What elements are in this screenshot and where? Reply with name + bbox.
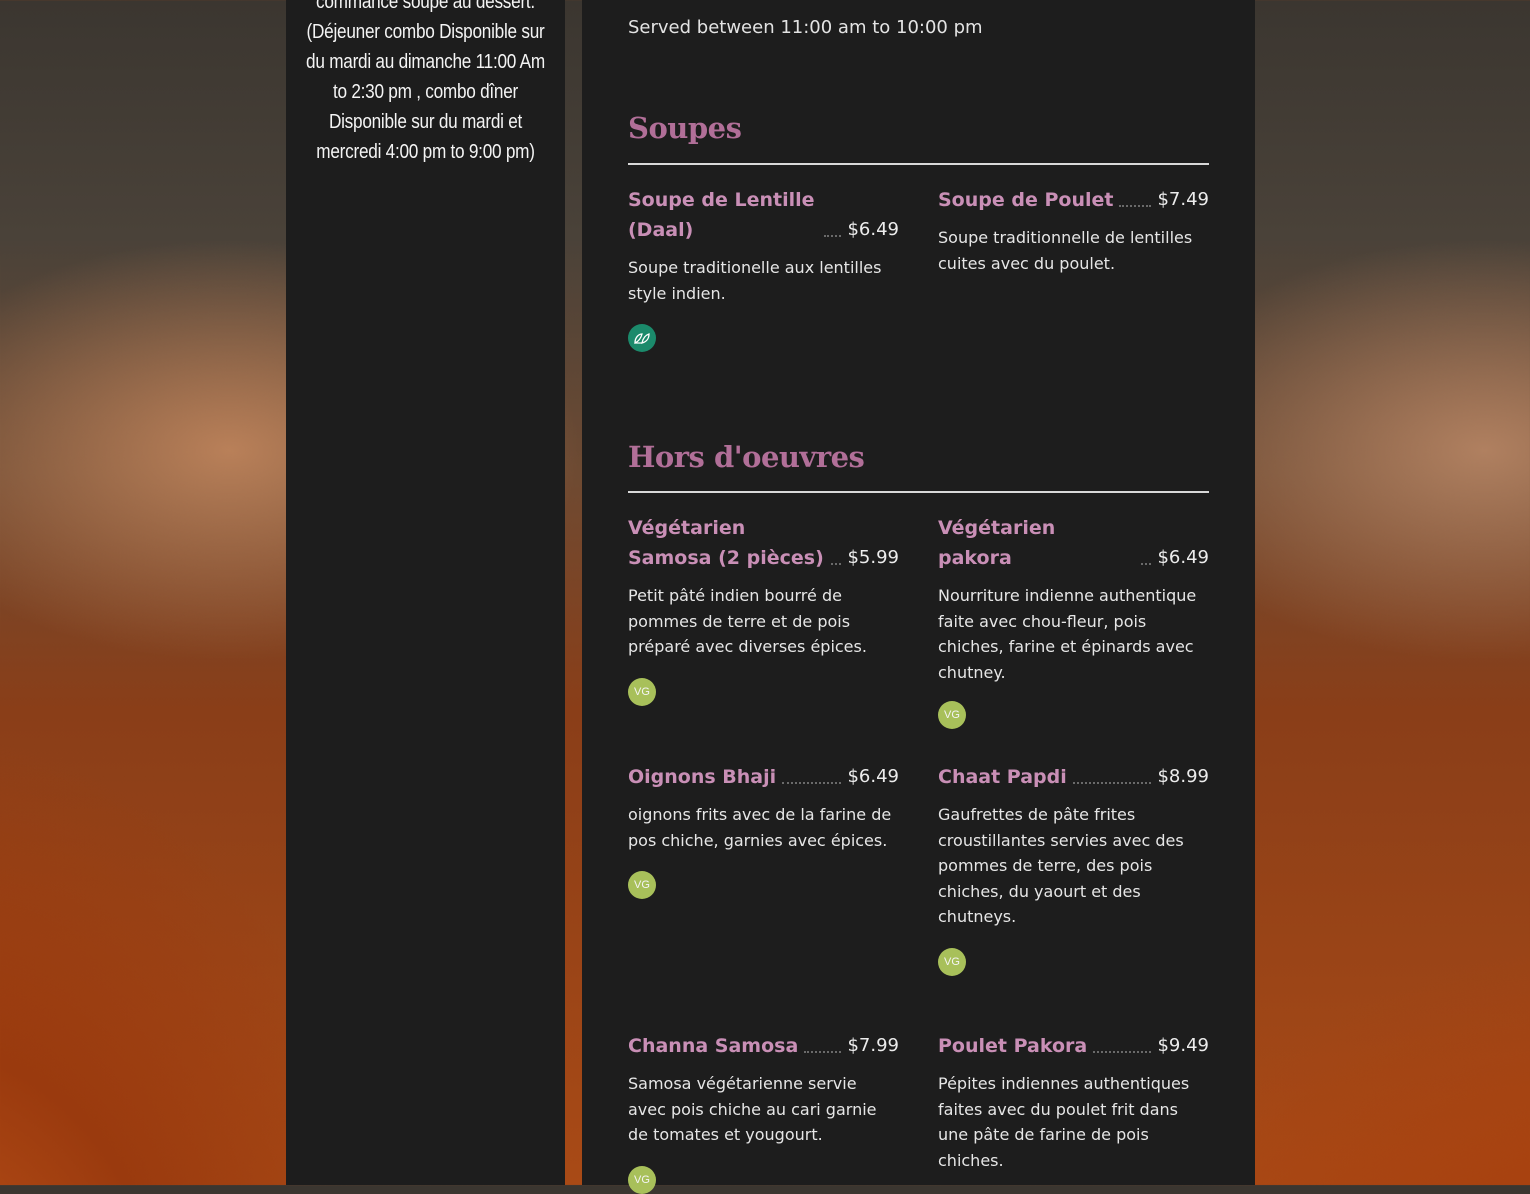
item-description: Petit pâté indien bourré de pommes de te… bbox=[628, 586, 867, 656]
menu-item: Soupe de Lentille (Daal) $6.49 Soupe tra… bbox=[628, 185, 899, 352]
item-price: $8.99 bbox=[1157, 766, 1209, 787]
item-name: Chaat Papdi bbox=[938, 766, 1067, 788]
item-description: oignons frits avec de la farine de pos c… bbox=[628, 805, 892, 850]
service-hours: Served between 11:00 am to 10:00 pm bbox=[628, 17, 983, 38]
item-price: $5.99 bbox=[847, 547, 899, 568]
price-leader bbox=[804, 1051, 842, 1053]
item-name: Soupe de Poulet bbox=[938, 189, 1114, 211]
menu-item: Végétarien Samosa (2 pièces) $5.99 Petit… bbox=[628, 513, 899, 706]
item-description: Gaufrettes de pâte frites croustillantes… bbox=[938, 805, 1184, 926]
item-price: $7.49 bbox=[1157, 189, 1209, 210]
item-name: Végétarien Samosa (2 pièces) bbox=[628, 517, 824, 569]
menu-item: Oignons Bhaji $6.49 oignons frits avec d… bbox=[628, 762, 899, 899]
vg-badge: VG bbox=[628, 1165, 656, 1194]
vg-badge: VG bbox=[628, 871, 656, 899]
item-price: $6.49 bbox=[1157, 547, 1209, 568]
item-price: $9.49 bbox=[1157, 1035, 1209, 1056]
item-price: $6.49 bbox=[847, 219, 899, 240]
menu-panel: Served between 11:00 am to 10:00 pm Soup… bbox=[582, 0, 1255, 1194]
item-price: $7.99 bbox=[847, 1035, 899, 1056]
price-leader bbox=[1141, 563, 1152, 565]
item-description: Pépites indiennes authentiques faites av… bbox=[938, 1074, 1190, 1170]
item-price: $6.49 bbox=[847, 766, 899, 787]
item-description: Soupe traditionnelle de lentilles cuites… bbox=[938, 228, 1193, 273]
menu-item: Channa Samosa $7.99 Samosa végétarienne … bbox=[628, 1031, 899, 1194]
vegan-leaf-icon bbox=[628, 324, 656, 352]
combo-info-text: commance soupe au dessert. (Déjeuner com… bbox=[306, 0, 545, 163]
item-description: Samosa végétarienne servie avec pois chi… bbox=[628, 1074, 877, 1144]
item-description: Soupe traditionelle aux lentilles style … bbox=[628, 258, 882, 303]
menu-item: Végétarien pakora $6.49 Nourriture indie… bbox=[938, 513, 1209, 729]
menu-item: Soupe de Poulet $7.49 Soupe traditionnel… bbox=[938, 185, 1209, 276]
section-divider bbox=[628, 491, 1209, 493]
item-description: Nourriture indienne authentique faite av… bbox=[938, 586, 1197, 682]
item-name: Channa Samosa bbox=[628, 1035, 799, 1057]
price-leader bbox=[1119, 205, 1152, 207]
price-leader bbox=[1093, 1051, 1152, 1053]
price-leader bbox=[824, 235, 842, 237]
price-leader bbox=[1072, 782, 1152, 784]
item-name: Végétarien pakora bbox=[938, 517, 1056, 569]
price-leader bbox=[831, 563, 842, 565]
section-divider bbox=[628, 163, 1209, 165]
section-title-soupes: Soupes bbox=[628, 111, 742, 145]
menu-item: Poulet Pakora $9.49 Pépites indiennes au… bbox=[938, 1031, 1209, 1173]
info-sidebar: commance soupe au dessert. (Déjeuner com… bbox=[286, 0, 565, 1185]
item-name: Oignons Bhaji bbox=[628, 766, 777, 788]
vg-badge: VG bbox=[938, 947, 966, 976]
vg-badge: VG bbox=[628, 677, 656, 706]
item-name: Soupe de Lentille (Daal) bbox=[628, 189, 815, 241]
section-title-hors-doeuvres: Hors d'oeuvres bbox=[628, 440, 865, 474]
item-name: Poulet Pakora bbox=[938, 1035, 1088, 1057]
vg-badge: VG bbox=[938, 701, 966, 729]
price-leader bbox=[782, 782, 842, 784]
menu-item: Chaat Papdi $8.99 Gaufrettes de pâte fri… bbox=[938, 762, 1209, 976]
